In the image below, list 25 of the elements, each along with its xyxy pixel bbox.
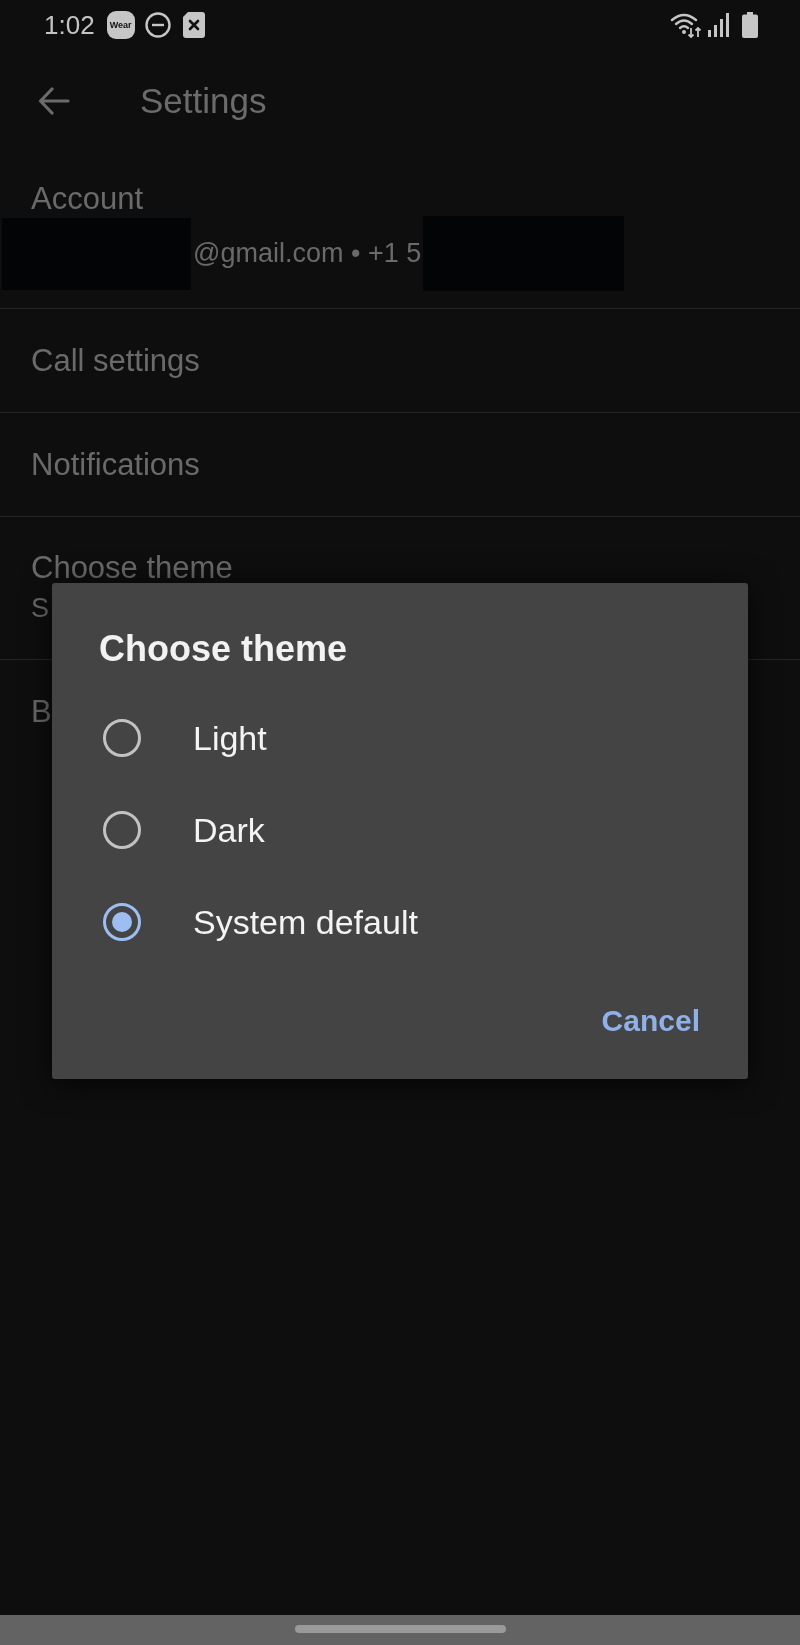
radio-button[interactable] <box>103 903 141 941</box>
radio-button[interactable] <box>103 719 141 757</box>
toolbar-title: Settings <box>140 81 267 121</box>
theme-option[interactable]: Dark <box>99 784 273 876</box>
signal-icon <box>708 13 730 37</box>
back-arrow-icon[interactable] <box>38 87 70 115</box>
notification-badge: Wear <box>106 11 135 39</box>
home-handle[interactable] <box>294 1625 506 1633</box>
do-not-disturb-icon <box>144 12 171 38</box>
settings-item-subtitle: S <box>31 592 49 625</box>
dialog-title: Choose theme <box>99 627 348 671</box>
settings-item-title[interactable]: Choose theme <box>31 551 233 585</box>
cancel-button[interactable]: Cancel <box>593 998 708 1044</box>
status-time: 1:02 <box>44 9 95 41</box>
settings-item[interactable]: Notifications <box>31 447 200 482</box>
theme-option[interactable]: System default <box>99 876 426 968</box>
close-file-icon <box>182 12 205 38</box>
settings-item[interactable]: B <box>31 694 52 729</box>
settings-item-title[interactable]: Account <box>31 182 143 216</box>
battery-icon <box>742 12 758 38</box>
theme-option[interactable]: Light <box>99 692 275 784</box>
account-email: @gmail.com • +1 5 <box>192 238 423 269</box>
settings-item[interactable]: Call settings <box>31 343 200 378</box>
radio-button[interactable] <box>103 811 141 849</box>
wifi-icon <box>670 12 702 38</box>
